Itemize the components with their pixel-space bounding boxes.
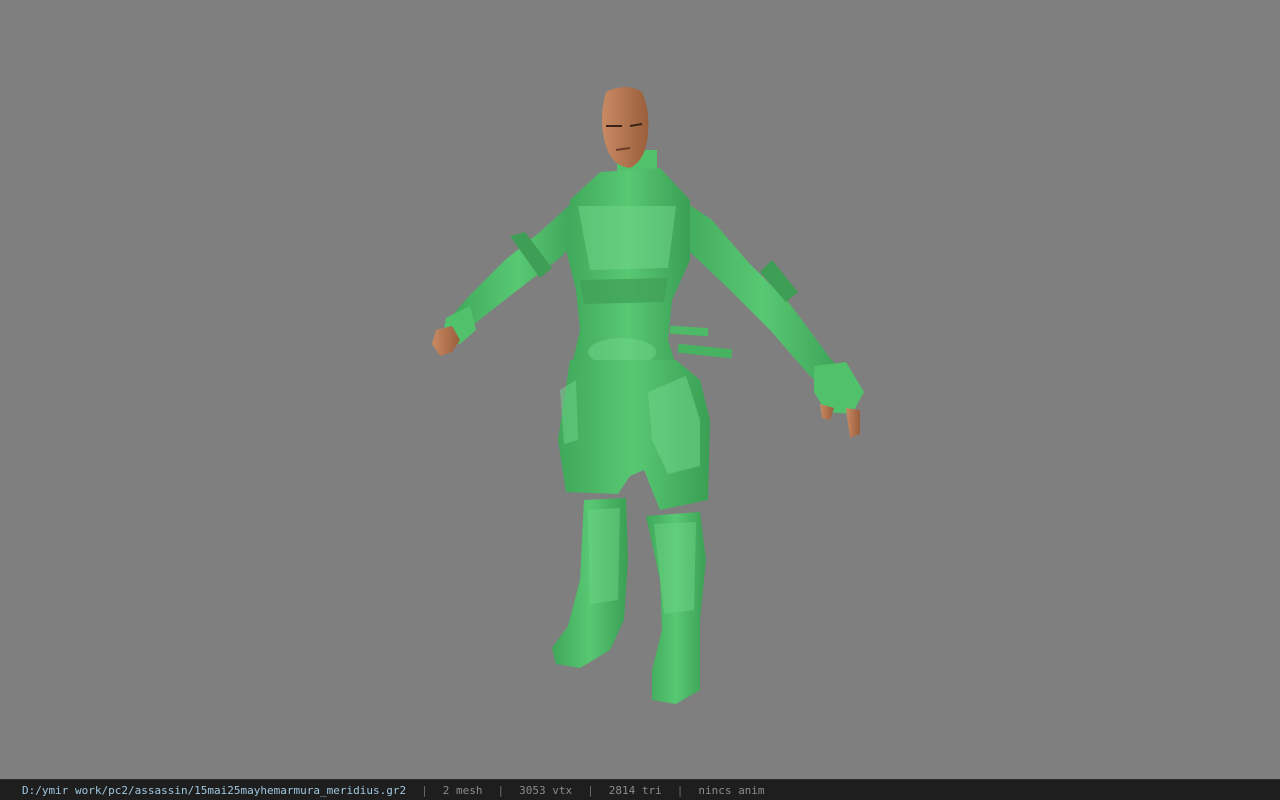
- torso: [566, 168, 690, 366]
- triangle-count: 2814 tri: [608, 783, 662, 797]
- status-bar: D:/ymir work/pc2/assassin/15mai25mayhema…: [0, 779, 1280, 800]
- animation-status: nincs anim: [698, 783, 765, 797]
- right-arm: [675, 195, 864, 414]
- legs: [558, 360, 710, 510]
- 3d-viewport[interactable]: [0, 0, 1280, 779]
- mesh-count: 2 mesh: [442, 783, 483, 797]
- head: [602, 87, 657, 180]
- right-boot: [646, 512, 706, 704]
- file-path: D:/ymir work/pc2/assassin/15mai25mayhema…: [22, 783, 407, 797]
- vertex-count: 3053 vtx: [519, 783, 573, 797]
- separator: |: [497, 783, 505, 797]
- separator: |: [587, 783, 594, 797]
- separator: |: [676, 783, 684, 797]
- left-boot: [552, 498, 628, 668]
- sword-hilt: [669, 325, 733, 359]
- left-arm: [442, 200, 585, 344]
- separator: |: [421, 783, 428, 797]
- character-model[interactable]: [0, 0, 1280, 779]
